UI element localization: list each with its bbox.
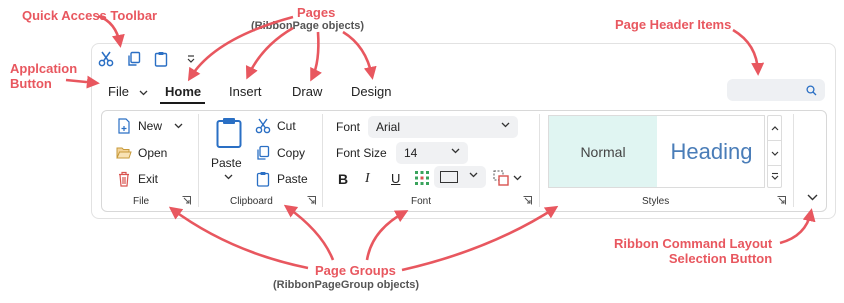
expand-icon (771, 172, 778, 180)
new-button[interactable]: New (116, 118, 183, 134)
page-groups-annotation: Page Groups (315, 263, 396, 278)
font-size-select[interactable]: 14 (396, 142, 468, 164)
file-application-button[interactable]: File (108, 84, 148, 99)
gallery-scroll-up-button[interactable] (768, 116, 781, 140)
search-icon (806, 85, 817, 96)
chevron-down-icon (451, 148, 460, 154)
paste-small-label: Paste (277, 172, 308, 186)
copy-label: Copy (277, 146, 306, 160)
chevron-down-icon (174, 123, 183, 129)
layout-selection-annotation: Ribbon Command Layout Selection Button (614, 236, 773, 266)
group-separator (198, 114, 199, 207)
pages-annotation: Pages (297, 5, 336, 20)
tab-insert[interactable]: Insert (229, 84, 262, 99)
shape-outline-select[interactable] (434, 166, 486, 188)
group-separator (322, 114, 323, 207)
chevron-down-icon (807, 194, 817, 200)
open-label: Open (138, 146, 168, 160)
new-icon (116, 118, 132, 134)
style-normal-item[interactable]: Normal (549, 116, 657, 187)
arrow-group-font (365, 210, 409, 261)
chevron-down-icon (469, 172, 478, 178)
cut-icon (98, 51, 114, 67)
group-separator (539, 114, 540, 207)
paste-large-label: Paste (211, 156, 242, 170)
gallery-scroll-buttons (767, 115, 782, 188)
font-family-select[interactable]: Arial (368, 116, 518, 138)
chevron-down-icon (771, 151, 778, 156)
border-color-button[interactable] (493, 170, 522, 186)
copy-icon (255, 145, 271, 161)
clipboard-group-launcher-icon[interactable] (307, 196, 316, 205)
gallery-scroll-down-button[interactable] (768, 140, 781, 166)
qat-cut-button[interactable] (97, 50, 115, 68)
paste-icon (255, 171, 271, 187)
exit-button[interactable]: Exit (116, 171, 158, 187)
chevron-down-icon (224, 174, 233, 180)
qat-copy-button[interactable] (125, 50, 143, 68)
open-icon (116, 145, 132, 161)
new-label: New (138, 119, 163, 133)
group-label-font: Font (411, 196, 432, 207)
gallery-expand-button[interactable] (768, 164, 781, 188)
copy-button[interactable]: Copy (255, 145, 305, 161)
layout-selection-button[interactable] (804, 190, 820, 204)
group-label-styles: Styles (642, 196, 670, 207)
file-button-label: File (108, 84, 129, 99)
styles-group-launcher-icon[interactable] (777, 196, 786, 205)
styles-gallery: Normal Heading (548, 115, 765, 188)
font-label: Font (336, 120, 361, 134)
cut-button[interactable]: Cut (255, 118, 296, 134)
chevron-down-icon (501, 122, 510, 128)
borders-icon[interactable] (415, 171, 429, 185)
tab-draw[interactable]: Draw (292, 84, 322, 99)
customize-icon (187, 55, 195, 63)
paste-icon (216, 118, 242, 148)
application-button-annotation: Applcation Button (10, 61, 78, 91)
pages-sub-annotation: (RibbonPage objects) (251, 20, 365, 32)
underline-button[interactable]: U (391, 171, 400, 186)
qat-paste-button[interactable] (152, 50, 170, 68)
chevron-up-icon (771, 125, 778, 130)
open-button[interactable]: Open (116, 145, 167, 161)
exit-icon (116, 171, 132, 187)
group-separator (793, 114, 794, 207)
bold-button[interactable]: B (338, 171, 348, 187)
font-size-value: 14 (404, 146, 418, 160)
font-group-launcher-icon[interactable] (523, 196, 532, 205)
font-family-value: Arial (376, 120, 401, 134)
italic-button[interactable]: I (365, 171, 370, 187)
font-size-label: Font Size (336, 146, 387, 160)
group-label-file: File (133, 196, 150, 207)
search-input[interactable] (727, 79, 825, 101)
paste-large-button[interactable]: Paste (211, 117, 247, 180)
copy-icon (128, 51, 141, 66)
exit-label: Exit (138, 172, 159, 186)
paste-icon (154, 52, 168, 67)
page-header-items-annotation: Page Header Items (615, 17, 732, 32)
paste-small-button[interactable]: Paste (255, 171, 308, 187)
file-group-launcher-icon[interactable] (182, 196, 191, 205)
border-color-icon (493, 170, 509, 186)
tab-design[interactable]: Design (351, 84, 391, 99)
group-label-clipboard: Clipboard (230, 196, 273, 207)
quick-access-toolbar-annotation: Quick Access Toolbar (22, 8, 158, 23)
active-tab-indicator (160, 102, 205, 104)
qat-customize-button[interactable] (182, 50, 200, 68)
cut-label: Cut (277, 119, 296, 133)
chevron-down-icon (513, 175, 522, 181)
chevron-down-icon (139, 90, 148, 95)
page-groups-sub-annotation: (RibbonPageGroup objects) (273, 279, 420, 291)
style-heading-item[interactable]: Heading (659, 116, 764, 187)
cut-icon (255, 118, 271, 134)
tab-home[interactable]: Home (165, 84, 201, 99)
shape-outline-icon (440, 171, 458, 183)
